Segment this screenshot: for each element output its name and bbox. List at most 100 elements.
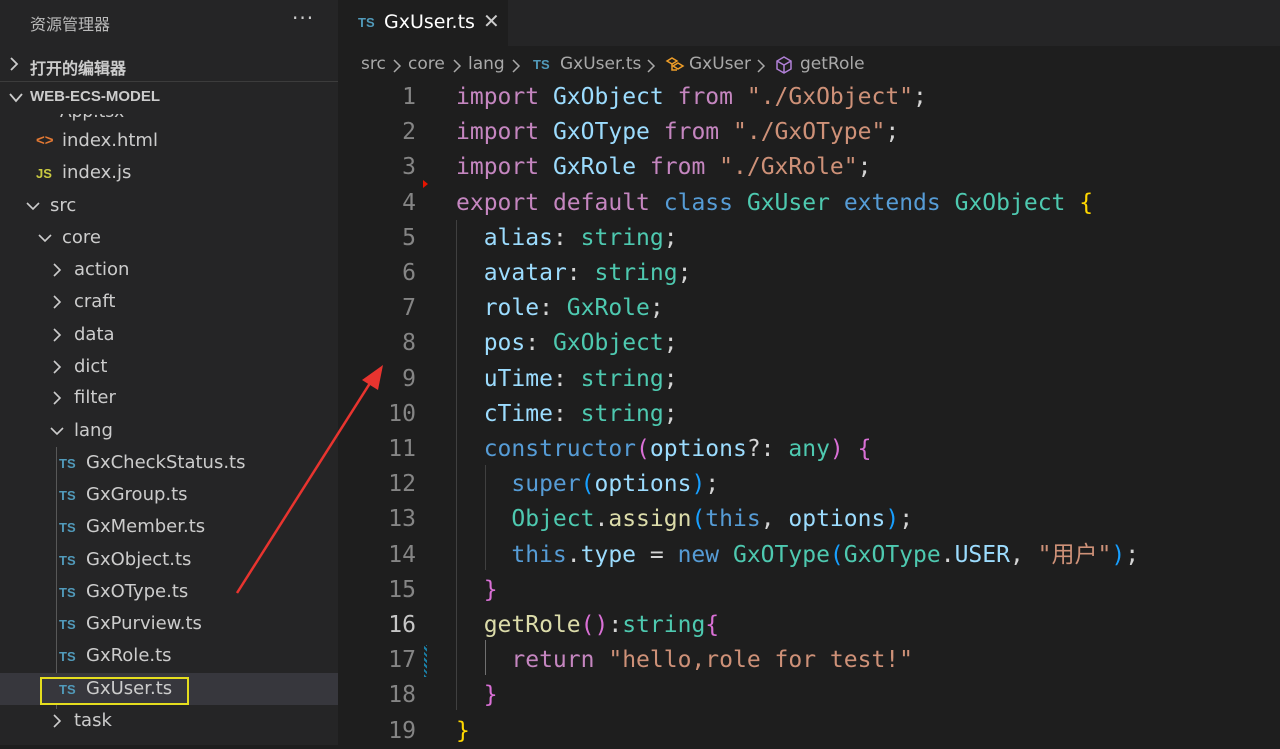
code-line[interactable]: export default class GxUser extends GxOb… <box>456 186 1093 221</box>
line-number: 1 <box>402 84 416 110</box>
tab-bar: TS GxUser.ts ✕ <box>338 0 1280 46</box>
tree-item-label: dict <box>74 356 108 377</box>
tree-file-gxcheckstatus[interactable]: TS GxCheckStatus.ts <box>0 447 338 479</box>
breadcrumb-method[interactable]: getRole <box>800 54 865 74</box>
tree-item-index-js[interactable]: JS index.js <box>0 157 338 189</box>
code-line[interactable]: getRole():string{ <box>456 608 719 643</box>
tree-file-gxobject[interactable]: TS GxObject.ts <box>0 544 338 576</box>
line-number: 8 <box>402 330 416 357</box>
typescript-file-icon: TS <box>358 15 375 30</box>
code-token: : <box>552 365 581 392</box>
line-number: 18 <box>388 682 416 709</box>
code-token: ( <box>636 436 650 462</box>
code-line[interactable]: import GxOType from "./GxOType"; <box>456 115 899 150</box>
indent-guide-active <box>485 640 486 675</box>
tree-file-gxotype[interactable]: TS GxOType.ts <box>0 576 338 608</box>
code-token: . <box>940 541 955 568</box>
code-token: : <box>608 612 623 638</box>
code-token: ; <box>663 365 678 392</box>
code-line[interactable]: } <box>456 714 470 749</box>
code-line[interactable]: this.type = new GxOType(GxOType.USER, "用… <box>456 538 1139 573</box>
chevron-right-icon <box>393 59 402 73</box>
code-token: this <box>511 541 567 568</box>
code-line[interactable]: super(options); <box>456 467 719 502</box>
tree-file-gxgroup[interactable]: TS GxGroup.ts <box>0 479 338 511</box>
breadcrumb-class[interactable]: GxUser <box>689 54 751 74</box>
chevron-right-icon <box>53 263 62 277</box>
chevron-right-icon <box>10 57 19 71</box>
breadcrumb-core[interactable]: core <box>408 54 445 74</box>
code-line[interactable]: constructor(options?: any) { <box>456 432 872 467</box>
chevron-right-icon <box>53 360 62 374</box>
tree-folder-task[interactable]: task <box>0 705 338 737</box>
code-line[interactable]: import GxObject from "./GxObject"; <box>456 80 927 115</box>
code-line[interactable]: pos: GxObject; <box>456 326 678 361</box>
code-line[interactable]: cTime: string; <box>456 397 678 432</box>
open-editors-section[interactable]: 打开的编辑器 <box>0 50 338 82</box>
code-line[interactable]: avatar: string; <box>456 256 692 291</box>
tree-item-partial[interactable]: App.tsx <box>60 114 124 122</box>
code-line[interactable]: return "hello,role for test!" <box>456 643 913 678</box>
code-token: "用户" <box>1037 541 1112 568</box>
code-token: import <box>456 119 540 146</box>
code-line[interactable]: import GxRole from "./GxRole"; <box>456 150 872 185</box>
breadcrumb-lang[interactable]: lang <box>468 54 505 74</box>
tree-folder-dict[interactable]: dict <box>0 351 338 383</box>
code-token: ; <box>677 260 692 286</box>
code-line[interactable]: } <box>456 678 498 713</box>
tree-item-index-html[interactable]: <> index.html <box>0 125 338 157</box>
code-line[interactable]: role: GxRole; <box>456 291 664 326</box>
tree-item-label: GxGroup.ts <box>86 484 188 505</box>
code-token: USER <box>954 541 1010 568</box>
chevron-right-icon <box>757 59 766 73</box>
tab-gxuser[interactable]: TS GxUser.ts ✕ <box>338 0 508 46</box>
breadcrumb-file[interactable]: GxUser.ts <box>560 54 641 74</box>
tree-folder-filter[interactable]: filter <box>0 382 338 414</box>
tree-file-gxpurview[interactable]: TS GxPurview.ts <box>0 608 338 640</box>
tree-file-gxrole[interactable]: TS GxRole.ts <box>0 640 338 672</box>
project-section[interactable]: WEB-ECS-MODEL <box>0 83 338 113</box>
code-editor[interactable]: 1 2 3 4 5 6 7 8 9 10 11 12 13 14 15 16 17 18 19 import GxO… <box>338 80 1280 745</box>
tree-folder-action[interactable]: action <box>0 254 338 286</box>
tree-folder-lang[interactable]: lang <box>0 415 338 447</box>
tree-folder-core[interactable]: core <box>0 222 338 254</box>
more-actions-icon[interactable]: ··· <box>292 6 314 30</box>
code-token: string <box>580 365 664 392</box>
code-line[interactable]: uTime: string; <box>456 362 678 397</box>
tree-folder-craft[interactable]: craft <box>0 286 338 318</box>
code-token: = <box>636 541 678 568</box>
typescript-file-icon: TS <box>59 488 76 503</box>
tree-folder-src[interactable]: src <box>0 190 338 222</box>
chevron-right-icon <box>53 328 62 342</box>
tree-folder-data[interactable]: data <box>0 319 338 351</box>
chevron-right-icon <box>453 59 462 73</box>
tree-file-gxmember[interactable]: TS GxMember.ts <box>0 511 338 543</box>
code-line[interactable]: alias: string; <box>456 221 678 256</box>
code-token: GxObject <box>552 84 664 110</box>
close-icon[interactable]: ✕ <box>483 9 500 33</box>
chevron-right-icon <box>647 59 656 73</box>
code-token: { <box>705 612 720 638</box>
code-token: ; <box>857 154 872 181</box>
code-token: options <box>649 436 747 462</box>
code-line[interactable]: } <box>456 573 498 608</box>
code-line[interactable]: Object.assign(this, options); <box>456 502 913 537</box>
code-token: default <box>552 189 650 216</box>
code-token: ( <box>829 541 844 568</box>
breadcrumb-src[interactable]: src <box>361 54 386 74</box>
typescript-file-icon: TS <box>533 57 550 72</box>
